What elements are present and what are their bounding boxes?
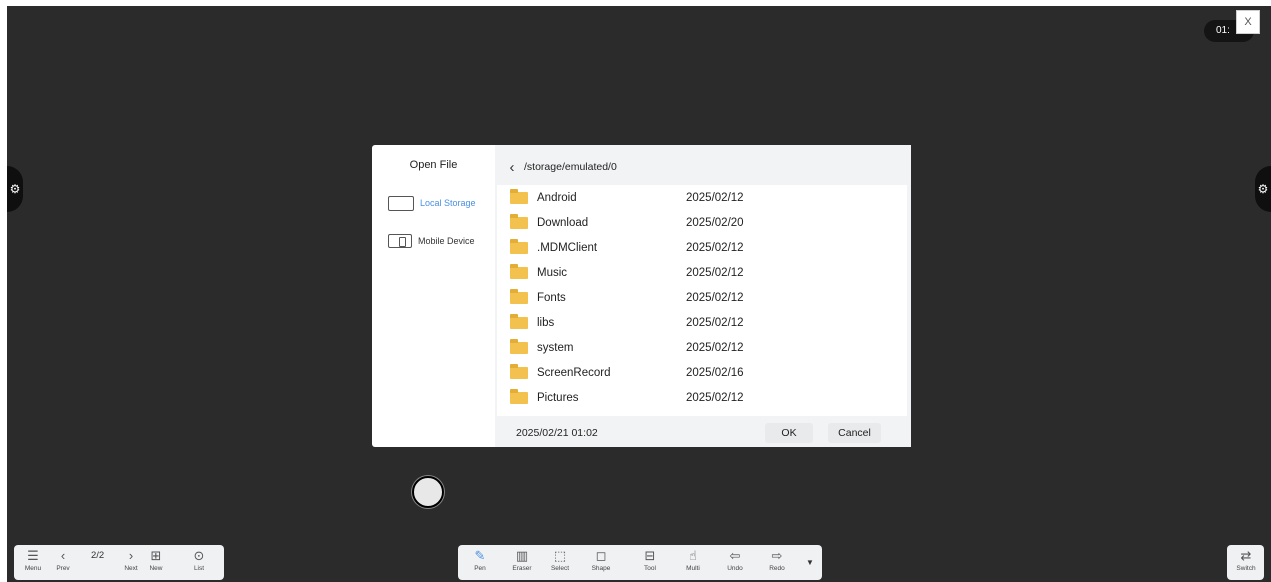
chevron-left-icon: ‹ — [60, 548, 66, 563]
file-date: 2025/02/12 — [686, 316, 744, 329]
folder-icon — [510, 363, 528, 379]
file-date: 2025/02/12 — [686, 291, 744, 304]
prev-button[interactable]: ‹ Prev — [52, 545, 74, 580]
file-date: 2025/02/16 — [686, 366, 744, 379]
undo-button[interactable]: ⇦ Undo — [721, 545, 749, 580]
phone-icon — [388, 234, 412, 248]
shape-icon: ◻ — [595, 548, 607, 563]
chevron-right-icon: › — [128, 548, 134, 563]
eraser-button[interactable]: ▥ Eraser — [508, 545, 536, 580]
cancel-button[interactable]: Cancel — [828, 423, 881, 443]
back-chevron-icon[interactable]: ‹ — [500, 159, 524, 176]
current-path: /storage/emulated/0 — [524, 161, 617, 173]
storage-panel: Open File Local Storage Mobile Device — [372, 145, 495, 447]
folder-icon — [510, 213, 528, 229]
list-item[interactable]: .MDMClient 2025/02/12 — [497, 235, 907, 260]
storage-item-mobile[interactable]: Mobile Device — [388, 232, 498, 250]
redo-button[interactable]: ⇨ Redo — [763, 545, 791, 580]
undo-icon: ⇦ — [729, 548, 741, 563]
gear-icon: ⚙ — [9, 182, 21, 196]
file-name: libs — [537, 316, 555, 329]
file-date: 2025/02/12 — [686, 191, 744, 204]
tool-button[interactable]: ⊟ Tool — [636, 545, 664, 580]
redo-icon: ⇨ — [771, 548, 783, 563]
new-page-button[interactable]: ⊞ New — [145, 545, 167, 580]
file-date: 2025/02/12 — [686, 341, 744, 354]
list-icon: ⊙ — [193, 548, 205, 563]
next-button[interactable]: › Next — [120, 545, 142, 580]
tablet-icon — [388, 195, 414, 211]
file-name: Pictures — [537, 391, 579, 404]
file-date: 2025/02/20 — [686, 216, 744, 229]
pen-button[interactable]: ✎ Pen — [466, 545, 494, 580]
folder-icon — [510, 188, 528, 204]
file-name: Music — [537, 266, 568, 279]
folder-icon — [510, 288, 528, 304]
file-date: 2025/02/12 — [686, 266, 744, 279]
select-button[interactable]: ⬚ Select — [546, 545, 574, 580]
close-button[interactable]: X — [1236, 10, 1260, 34]
folder-icon — [510, 313, 528, 329]
chevron-down-icon[interactable]: ▼ — [806, 558, 814, 567]
gear-icon: ⚙ — [1257, 182, 1269, 196]
folder-icon — [510, 263, 528, 279]
list-button[interactable]: ⊙ List — [188, 545, 210, 580]
file-name: Android — [537, 191, 577, 204]
dialog-title: Open File — [409, 159, 458, 171]
folder-icon — [510, 338, 528, 354]
right-side-tab[interactable]: ⚙ — [1255, 166, 1271, 212]
storage-item-local[interactable]: Local Storage — [388, 194, 498, 212]
switch-icon: ⇄ — [1240, 548, 1252, 563]
menu-icon: ☰ — [27, 548, 39, 563]
list-item[interactable]: Android 2025/02/12 — [497, 185, 907, 210]
add-page-icon: ⊞ — [150, 548, 162, 563]
toolbox-icon: ⊟ — [644, 548, 656, 563]
pen-icon: ✎ — [474, 548, 486, 563]
dialog-footer: 2025/02/21 01:02 OK Cancel — [495, 423, 911, 443]
folder-icon — [510, 388, 528, 404]
footer-timestamp: 2025/02/21 01:02 — [516, 427, 598, 439]
switch-toolbar: ⇄ Switch — [1227, 545, 1264, 580]
page-indicator: 2/2 — [91, 550, 105, 561]
floating-ball[interactable] — [412, 476, 444, 508]
hand-icon: ☝ — [689, 548, 697, 563]
ok-button[interactable]: OK — [765, 423, 813, 443]
storage-item-label: Local Storage — [420, 198, 476, 208]
switch-button[interactable]: ⇄ Switch — [1231, 545, 1261, 580]
shape-button[interactable]: ◻ Shape — [587, 545, 615, 580]
list-item[interactable]: Download 2025/02/20 — [497, 210, 907, 235]
file-name: ScreenRecord — [537, 366, 611, 379]
storage-item-label: Mobile Device — [418, 236, 475, 246]
file-list[interactable]: Android 2025/02/12 Download 2025/02/20 .MD… — [497, 185, 907, 416]
file-name: .MDMClient — [537, 241, 598, 254]
file-name: Fonts — [537, 291, 566, 304]
list-item[interactable]: system 2025/02/12 — [497, 335, 907, 360]
file-browser: ‹ /storage/emulated/0 Android 2025/02/12 … — [495, 145, 911, 447]
multi-button[interactable]: ☝ Multi — [679, 545, 707, 580]
file-name: system — [537, 341, 574, 354]
menu-button[interactable]: ☰ Menu — [22, 545, 44, 580]
file-date: 2025/02/12 — [686, 241, 744, 254]
list-item[interactable]: Fonts 2025/02/12 — [497, 285, 907, 310]
list-item[interactable]: Pictures 2025/02/12 — [497, 385, 907, 410]
select-icon: ⬚ — [553, 548, 567, 563]
eraser-icon: ▥ — [515, 548, 529, 563]
open-file-dialog: Open File Local Storage Mobile Device ‹ … — [372, 145, 911, 447]
list-item[interactable]: libs 2025/02/12 — [497, 310, 907, 335]
path-bar: ‹ /storage/emulated/0 — [495, 157, 617, 177]
folder-icon — [510, 238, 528, 254]
list-item[interactable]: Music 2025/02/12 — [497, 260, 907, 285]
list-item[interactable]: ScreenRecord 2025/02/16 — [497, 360, 907, 385]
file-date: 2025/02/12 — [686, 391, 744, 404]
file-name: Download — [537, 216, 589, 229]
main-toolbar: ✎ Pen ▥ Eraser ⬚ Select ◻ Shape ⊟ Tool ☝ Multi… — [458, 545, 822, 580]
page-toolbar: ☰ Menu ‹ Prev 2/2 › Next ⊞ New ⊙ List — [14, 545, 224, 580]
